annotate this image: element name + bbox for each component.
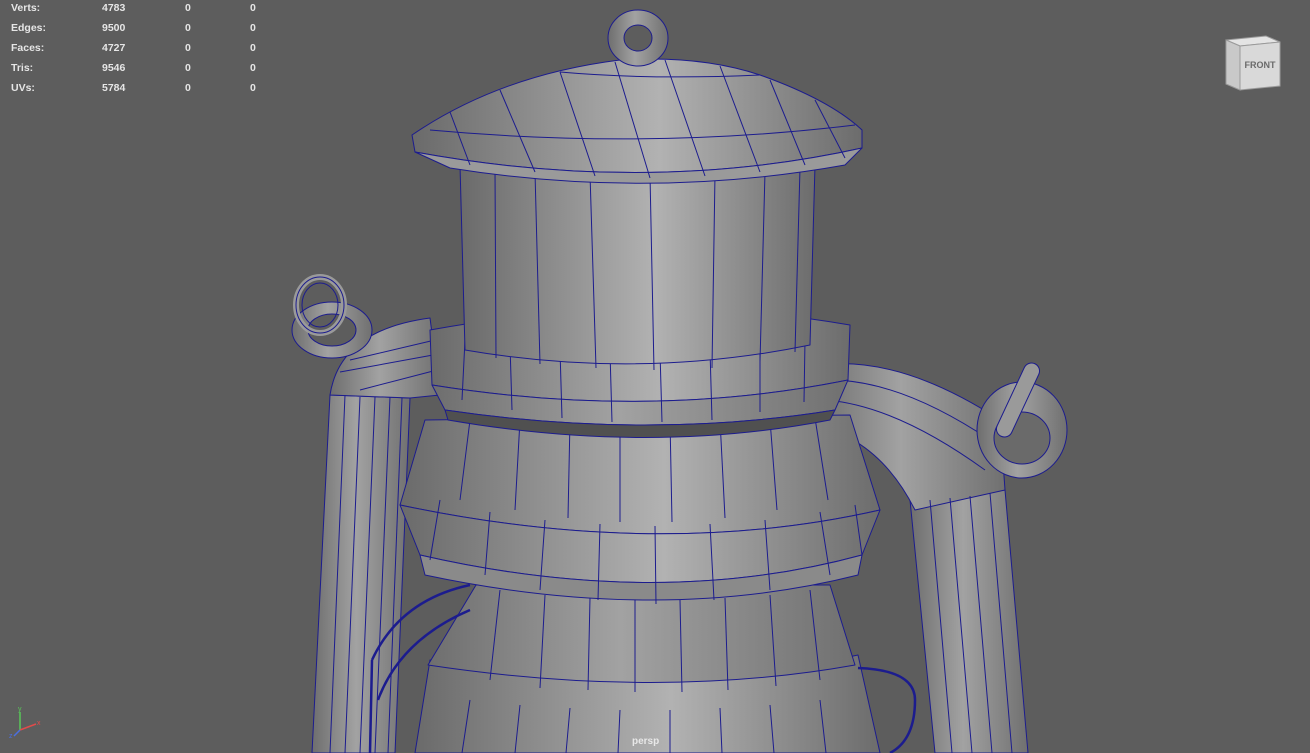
hud-value: 0 — [185, 82, 191, 94]
x-axis-label: x — [37, 720, 41, 727]
hud-label: Edges: — [11, 22, 47, 34]
hud-value: 5784 — [102, 82, 126, 94]
poly-count-hud: Verts: 4783 0 0 Edges: 9500 0 0 Faces: 4727 0 0 Tris… — [0, 0, 280, 100]
hud-value: 0 — [250, 82, 256, 94]
lantern-chimney[interactable] — [459, 164, 816, 371]
hud-row: Verts: 4783 0 0 — [0, 1, 280, 15]
hud-value: 0 — [185, 62, 191, 74]
hud-value: 0 — [185, 2, 191, 14]
lantern-cap[interactable] — [411, 58, 863, 184]
hud-row: UVs: 5784 0 0 — [0, 81, 280, 95]
view-cube-label: FRONT — [1245, 60, 1276, 70]
hud-value: 9546 — [102, 62, 126, 74]
lantern-mesh[interactable] — [291, 9, 1068, 753]
x-axis-line — [19, 723, 37, 731]
hud-value: 0 — [250, 42, 256, 54]
hud-row: Tris: 9546 0 0 — [0, 61, 280, 75]
hud-value: 4727 — [102, 42, 126, 54]
hud-value: 0 — [185, 22, 191, 34]
lantern-top-ring[interactable] — [607, 9, 669, 67]
y-axis-label: y — [18, 706, 22, 713]
view-cube-left-face[interactable] — [1225, 39, 1241, 91]
z-axis-line — [13, 729, 21, 737]
hud-label: Faces: — [11, 42, 45, 54]
viewport-3d[interactable] — [0, 0, 1310, 753]
hud-label: Verts: — [11, 2, 41, 14]
hud-value: 0 — [185, 42, 191, 54]
z-axis-label: z — [9, 733, 13, 740]
axis-gizmo: y x z — [8, 702, 48, 742]
hud-row: Edges: 9500 0 0 — [0, 21, 280, 35]
view-cube[interactable]: FRONT — [1220, 28, 1284, 94]
hud-label: UVs: — [11, 82, 35, 94]
hud-value: 4783 — [102, 2, 126, 14]
lantern-middle-skirt[interactable] — [399, 414, 881, 605]
lantern-lower-body[interactable] — [368, 583, 917, 753]
hud-row: Faces: 4727 0 0 — [0, 41, 280, 55]
hud-value: 0 — [250, 62, 256, 74]
hud-value: 0 — [250, 22, 256, 34]
hud-value: 0 — [250, 2, 256, 14]
camera-name-label: persp — [632, 736, 660, 747]
hud-value: 9500 — [102, 22, 126, 34]
hud-label: Tris: — [11, 62, 34, 74]
